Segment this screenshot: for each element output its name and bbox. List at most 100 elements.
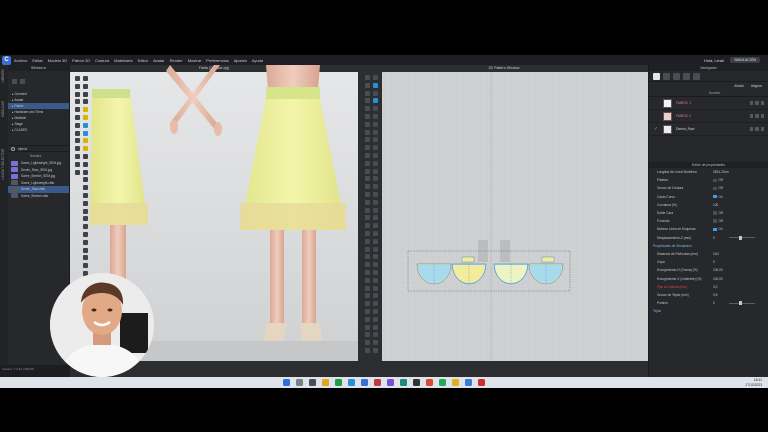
property-slider[interactable]: [728, 301, 755, 306]
app-purple-icon[interactable]: [387, 379, 394, 386]
fabric-row[interactable]: ✓ Denim_Raw: [649, 123, 768, 136]
property-section[interactable]: Tejido: [649, 307, 768, 315]
tool-icon[interactable]: [83, 193, 88, 198]
tool-icon[interactable]: [83, 91, 88, 97]
pattern-tool-icon[interactable]: [373, 293, 378, 299]
task-view-icon[interactable]: [309, 379, 316, 386]
tool-icon[interactable]: [83, 263, 88, 269]
tool-icon[interactable]: [83, 255, 88, 261]
pattern-tool-icon[interactable]: [365, 106, 370, 112]
fabric-action-icon[interactable]: [749, 127, 753, 131]
browser-icon[interactable]: [335, 379, 342, 386]
pattern-tool-icon[interactable]: [365, 254, 370, 260]
tool-icon[interactable]: [83, 224, 88, 230]
app-blue-icon[interactable]: [465, 379, 472, 386]
pattern-tool-icon[interactable]: [365, 192, 370, 197]
2d-pattern-window[interactable]: 2D Pattern Window: [360, 65, 648, 361]
tool-icon[interactable]: [83, 154, 88, 159]
pattern-tool-icon[interactable]: [373, 332, 378, 338]
property-row[interactable]: Mostrar Línea de Esquema On: [649, 225, 768, 233]
menu-item[interactable]: Editor: [138, 58, 148, 63]
menu-item[interactable]: Ayuda: [252, 58, 263, 63]
property-value[interactable]: 0,5: [713, 293, 717, 297]
pattern-tool-icon[interactable]: [373, 223, 378, 229]
pattern-tool-icon[interactable]: [373, 192, 378, 197]
pattern-tool-icon[interactable]: [365, 246, 370, 252]
navigator-tab-trim-icon[interactable]: [673, 72, 680, 80]
tab-modular[interactable]: MODULAR: [1, 101, 5, 117]
fabric-action-icon[interactable]: [749, 101, 753, 105]
pattern-tool-icon[interactable]: [365, 168, 370, 174]
property-value[interactable]: 3534.22cm: [713, 170, 729, 174]
tool-icon[interactable]: [83, 107, 88, 113]
tool-icon[interactable]: [75, 91, 80, 97]
pattern-tool-icon[interactable]: [373, 129, 378, 135]
pattern-tool-icon[interactable]: [373, 82, 378, 88]
property-value[interactable]: 100: [713, 203, 718, 207]
menu-item[interactable]: Patrón 2D: [72, 58, 90, 63]
toggle-checkbox[interactable]: [713, 178, 717, 183]
pattern-tool-icon[interactable]: [365, 231, 370, 236]
pattern-tool-icon[interactable]: [373, 184, 378, 190]
pattern-tool-icon[interactable]: [373, 348, 378, 353]
pattern-tool-icon[interactable]: [365, 137, 370, 143]
library-file-item[interactable]: Saree_Stretch.zfab: [8, 193, 69, 200]
add-fabric-button[interactable]: Añadir: [734, 84, 744, 88]
pattern-tool-icon[interactable]: [365, 324, 370, 330]
menu-item[interactable]: Preferencias: [206, 58, 228, 63]
pattern-tool-icon[interactable]: [373, 106, 378, 112]
tool-icon[interactable]: [75, 122, 80, 128]
fabric-action-icon[interactable]: [755, 127, 759, 131]
taskbar-search-icon[interactable]: [296, 379, 303, 386]
property-value[interactable]: 3,0: [713, 285, 717, 289]
property-section[interactable]: Propiedades de Simulación: [649, 242, 768, 250]
library-search-input[interactable]: ejercic: [18, 147, 27, 151]
pattern-tool-icon[interactable]: [373, 215, 378, 221]
pattern-tool-icon[interactable]: [365, 121, 370, 127]
pattern-tool-icon[interactable]: [365, 223, 370, 229]
navigator-tab-material-icon[interactable]: [683, 72, 690, 80]
pattern-tool-icon[interactable]: [373, 285, 378, 291]
tool-icon[interactable]: [83, 169, 88, 175]
assign-fabric-button[interactable]: Asignar: [751, 84, 762, 88]
property-slider[interactable]: [728, 235, 755, 240]
menu-item[interactable]: Costura: [95, 58, 109, 63]
navigator-tab-button-icon[interactable]: [663, 72, 670, 80]
property-row[interactable]: Canto Curvo On: [649, 193, 768, 201]
fabric-action-icon[interactable]: [755, 101, 759, 105]
tool-icon[interactable]: [75, 99, 80, 105]
pattern-tool-icon[interactable]: [373, 270, 378, 275]
tool-icon[interactable]: [75, 161, 80, 167]
library-folder-icon[interactable]: [20, 78, 25, 84]
pattern-tool-icon[interactable]: [365, 160, 370, 166]
fabric-row[interactable]: FABRIC 1: [649, 97, 768, 110]
start-icon[interactable]: [283, 379, 290, 386]
toggle-checkbox[interactable]: [713, 219, 717, 223]
pattern-tool-icon[interactable]: [365, 301, 370, 307]
pattern-tool-icon[interactable]: [365, 184, 370, 190]
property-row[interactable]: Grosor de Costura Off: [649, 184, 768, 192]
fabric-row[interactable]: FABRIC 2: [649, 110, 768, 123]
pattern-tool-icon[interactable]: [365, 270, 370, 275]
pattern-tool-icon[interactable]: [373, 277, 378, 283]
taskbar-clock[interactable]: 18:41 27/12/2023: [745, 378, 762, 387]
toggle-checkbox[interactable]: [713, 227, 717, 232]
pattern-tool-icon[interactable]: [365, 309, 370, 314]
tool-icon[interactable]: [83, 239, 88, 245]
pattern-tool-icon[interactable]: [373, 114, 378, 119]
pattern-tool-icon[interactable]: [373, 231, 378, 236]
pattern-tool-icon[interactable]: [373, 238, 378, 244]
pattern-tool-icon[interactable]: [365, 129, 370, 135]
library-add-icon[interactable]: [12, 78, 17, 84]
pattern-tool-icon[interactable]: [365, 238, 370, 244]
fabric-action-icon[interactable]: [749, 114, 753, 118]
toggle-checkbox[interactable]: [713, 186, 717, 191]
pattern-tool-icon[interactable]: [373, 309, 378, 314]
pattern-tool-icon[interactable]: [365, 75, 370, 80]
menu-item[interactable]: Render: [170, 58, 183, 63]
tool-icon[interactable]: [83, 200, 88, 206]
file-explorer-icon[interactable]: [322, 379, 329, 386]
tool-icon[interactable]: [75, 130, 80, 136]
pattern-tool-icon[interactable]: [373, 199, 378, 205]
pattern-tool-icon[interactable]: [373, 301, 378, 307]
